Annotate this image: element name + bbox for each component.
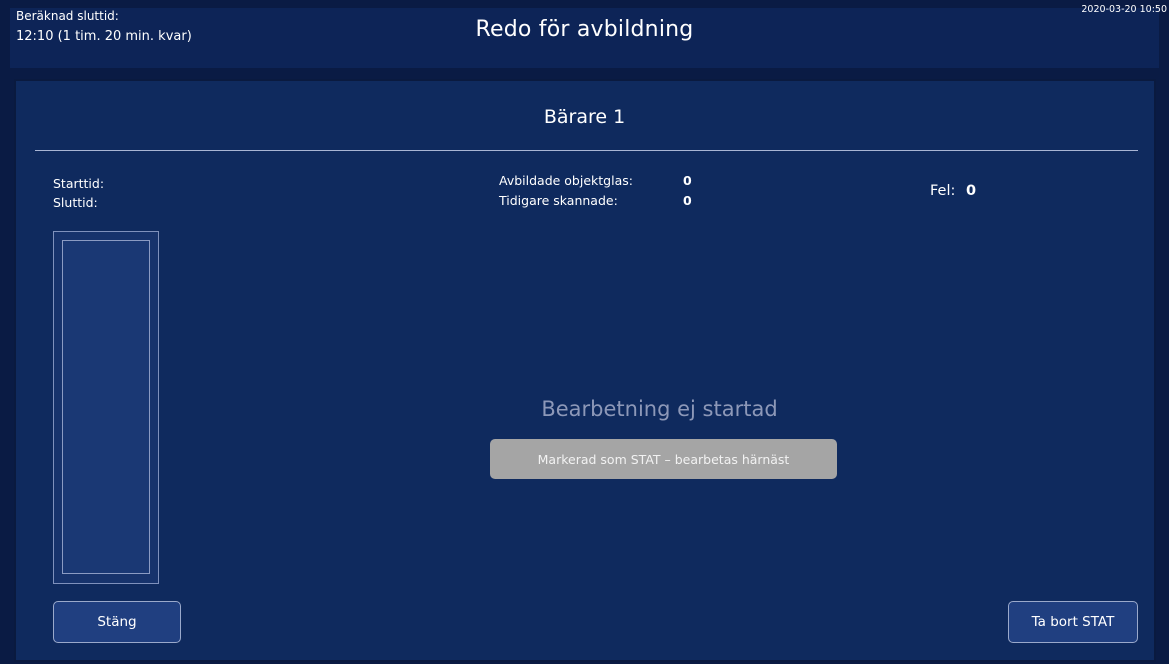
carrier-panel: [14, 79, 1156, 662]
previously-scanned-label: Tidigare skannade:: [499, 193, 618, 208]
carrier-title: Bärare 1: [543, 106, 626, 128]
datetime-display: 2020-03-20 10:50: [1081, 4, 1167, 15]
end-time-label: Sluttid:: [53, 195, 98, 210]
imaged-slides-value: 0: [683, 173, 692, 188]
error-value: 0: [966, 183, 977, 199]
page-title: Redo för avbildning: [475, 17, 694, 42]
imaged-slides-label: Avbildade objektglas:: [499, 173, 633, 188]
remove-stat-button[interactable]: Ta bort STAT: [1008, 601, 1138, 643]
stat-badge: Markerad som STAT – bearbetas härnäst: [490, 439, 837, 479]
close-button[interactable]: Stäng: [53, 601, 181, 643]
processing-status-text: Bearbetning ej startad: [541, 397, 778, 421]
previously-scanned-value: 0: [683, 193, 692, 208]
error-label: Fel:: [930, 183, 956, 199]
start-time-label: Starttid:: [53, 176, 105, 191]
divider: [35, 150, 1138, 151]
